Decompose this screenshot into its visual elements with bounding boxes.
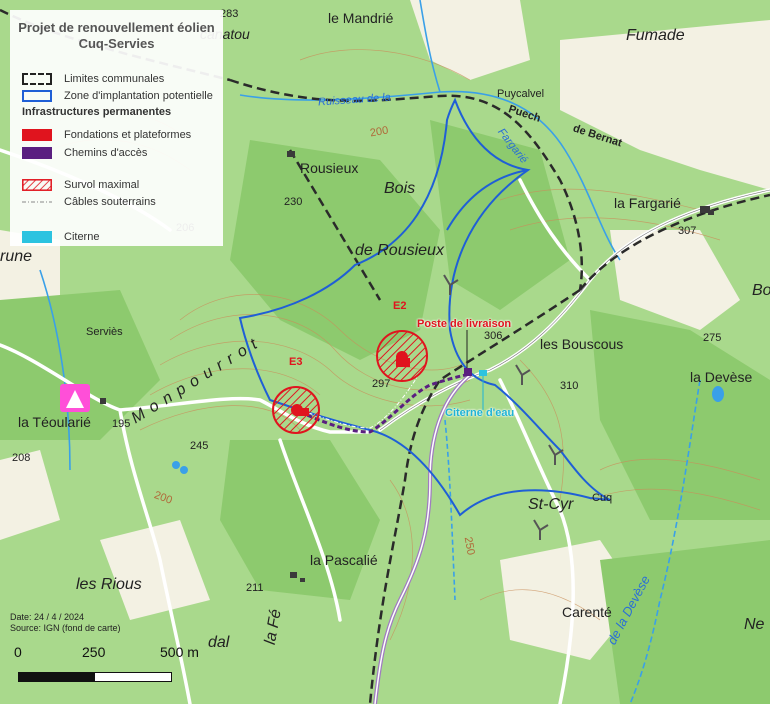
label-fumade: Fumade	[626, 27, 685, 44]
label-297: 297	[372, 378, 391, 390]
legend-item-zone: Zone d'implantation potentielle	[22, 89, 213, 103]
legend-section-title: Infrastructures permanentes	[22, 106, 172, 118]
legend-item-chemins: Chemins d'accès	[22, 146, 147, 160]
label-bois: Bois	[384, 180, 416, 197]
legend-item-citerne: Citerne	[22, 230, 99, 244]
label-servies: Serviès	[86, 326, 123, 338]
label-carente: Carenté	[562, 604, 612, 620]
legend-swatch-cables	[22, 201, 52, 203]
label-310: 310	[560, 380, 579, 392]
legend-item-cables: Câbles souterrains	[22, 195, 156, 209]
label-ne: Ne	[744, 616, 765, 633]
label-rousieux: Rousieux	[300, 160, 359, 176]
label-bo: Bo	[752, 282, 770, 299]
citerne-d-eau[interactable]	[479, 370, 487, 376]
legend-swatch-dashed	[22, 73, 52, 85]
label-les-rious: les Rious	[76, 576, 142, 593]
label-195: 195	[112, 418, 131, 430]
label-la-fargarie: la Fargarié	[614, 195, 681, 211]
legend-item-survol: Survol maximal	[22, 178, 139, 192]
map-legend: Projet de renouvellement éolien Cuq-Serv…	[10, 10, 223, 246]
legend-label-survol: Survol maximal	[64, 179, 140, 191]
label-211: 211	[246, 582, 264, 594]
legend-label-zone: Zone d'implantation potentielle	[64, 90, 213, 102]
legend-title: Projet de renouvellement éolien Cuq-Serv…	[18, 20, 215, 51]
scale-bar-filled	[19, 673, 95, 681]
label-la-teoularie: la Téoularié	[18, 414, 91, 430]
label-les-bouscous: les Bouscous	[540, 336, 624, 352]
label-rune: rune	[0, 248, 33, 265]
label-dal: dal	[208, 634, 230, 651]
label-st-cyr: St-Cyr	[528, 496, 574, 513]
label-275: 275	[703, 332, 722, 344]
poste-de-livraison[interactable]	[464, 368, 472, 376]
label-208: 208	[12, 452, 31, 464]
label-230: 230	[284, 196, 303, 208]
map-date: Date: 24 / 4 / 2024	[10, 612, 85, 622]
label-307: 307	[678, 225, 697, 237]
scale-bar	[18, 672, 172, 682]
map-source: Source: IGN (fond de carte)	[10, 623, 121, 633]
label-poste-de-livraison: Poste de livraison	[417, 318, 512, 330]
scale-ticks: 0 250 500 m	[10, 644, 210, 662]
legend-item-limites-communales: Limites communales	[22, 72, 164, 86]
label-e3: E3	[289, 356, 303, 368]
legend-label-limites: Limites communales	[64, 73, 165, 85]
scale-block: Date: 24 / 4 / 2024 Source: IGN (fond de…	[10, 612, 210, 692]
label-de-rousieux: de Rousieux	[355, 242, 444, 259]
legend-label-cables: Câbles souterrains	[64, 196, 156, 208]
campsite-icon	[60, 384, 90, 412]
legend-swatch-zone	[22, 90, 52, 102]
legend-swatch-survol	[22, 179, 52, 191]
legend-label-fondations: Fondations et plateformes	[64, 129, 192, 141]
legend-swatch-fondations	[22, 129, 52, 141]
legend-item-fondations: Fondations et plateformes	[22, 128, 191, 142]
legend-label-chemins: Chemins d'accès	[64, 147, 148, 159]
label-le-mandrie: le Mandrié	[328, 10, 394, 26]
scale-tick-250: 250	[82, 644, 106, 660]
label-cuq: Cuq	[592, 492, 613, 504]
scale-tick-500: 500 m	[160, 644, 199, 660]
legend-swatch-citerne	[22, 231, 52, 243]
label-la-pascalie: la Pascalié	[310, 552, 378, 568]
label-puycalvel: Puycalvel	[497, 88, 545, 100]
label-245: 245	[190, 440, 209, 452]
label-306: 306	[484, 330, 503, 342]
scale-tick-0: 0	[14, 644, 22, 660]
legend-swatch-chemins	[22, 147, 52, 159]
legend-label-citerne: Citerne	[64, 231, 100, 243]
label-la-devese: la Devèse	[690, 369, 753, 385]
label-e2: E2	[393, 300, 407, 312]
label-citerne-d-eau: Citerne d'eau	[445, 407, 515, 419]
